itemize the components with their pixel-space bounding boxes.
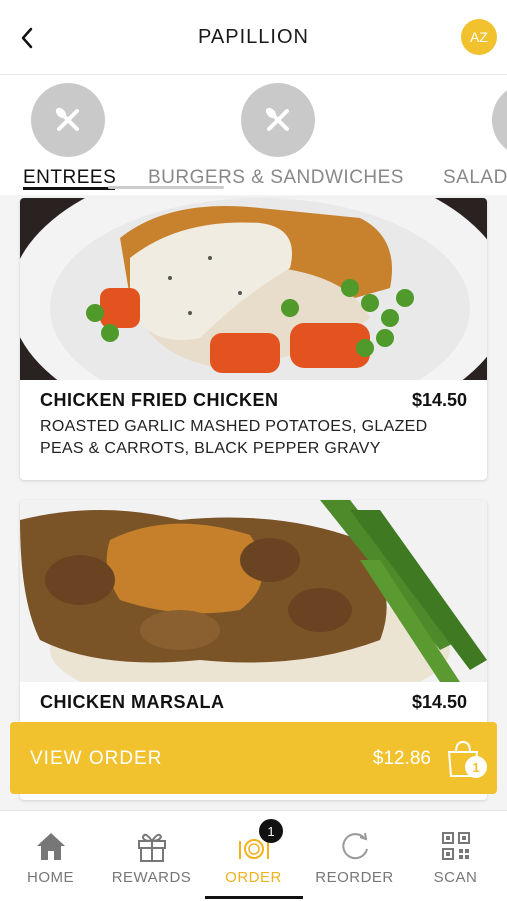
item-name: CHICKEN MARSALA xyxy=(40,692,225,712)
active-nav-indicator xyxy=(205,896,303,899)
nav-rewards[interactable]: REWARDS xyxy=(101,811,202,901)
food-image xyxy=(20,198,487,380)
nav-scan[interactable]: SCAN xyxy=(405,811,506,901)
category-icon-entrees[interactable] xyxy=(31,83,105,157)
nav-reorder[interactable]: REORDER xyxy=(304,811,405,901)
page-title: PAPILLION xyxy=(198,26,309,48)
avatar[interactable]: AZ xyxy=(461,19,497,55)
item-price: $14.50 xyxy=(411,692,467,712)
item-name: CHICKEN FRIED CHICKEN xyxy=(40,390,279,410)
category-scroll-indicator xyxy=(108,186,224,189)
gift-icon xyxy=(138,833,166,862)
category-strip: ENTREES BURGERS & SANDWICHES SALAD xyxy=(0,75,507,195)
nav-home[interactable]: HOME xyxy=(0,811,101,901)
nav-order-label: ORDER xyxy=(225,869,282,886)
category-icon-burgers[interactable] xyxy=(241,83,315,157)
tab-salad[interactable]: SALAD xyxy=(443,167,507,189)
category-icon-salad[interactable] xyxy=(492,83,507,157)
order-badge: 1 xyxy=(259,819,283,843)
view-order-button[interactable]: VIEW ORDER $12.86 1 xyxy=(10,722,497,794)
qr-icon xyxy=(442,832,470,860)
active-tab-underline xyxy=(23,187,115,190)
top-bar: PAPILLION AZ xyxy=(0,0,507,75)
reorder-icon xyxy=(342,832,368,860)
menu-item-card[interactable]: CHICKEN FRIED CHICKEN $14.50 ROASTED GAR… xyxy=(20,198,487,480)
cart-count-badge: 1 xyxy=(465,756,487,778)
nav-home-label: HOME xyxy=(27,869,74,886)
item-description: ROASTED GARLIC MASHED POTATOES, GLAZED P… xyxy=(40,418,428,457)
item-price: $14.50 xyxy=(411,390,467,410)
tab-entrees[interactable]: ENTREES xyxy=(23,167,116,189)
utensils-icon xyxy=(265,107,289,131)
nav-scan-label: SCAN xyxy=(433,869,478,886)
order-total: $12.86 xyxy=(372,748,431,769)
nav-reorder-label: REORDER xyxy=(315,869,394,886)
bottom-navigation: HOME REWARDS 1 ORDER REORDER SCAN xyxy=(0,810,507,901)
nav-rewards-label: REWARDS xyxy=(111,869,192,886)
food-image xyxy=(20,500,487,682)
utensils-icon xyxy=(55,107,79,131)
home-icon xyxy=(37,833,65,860)
view-order-label: VIEW ORDER xyxy=(30,748,163,769)
nav-order[interactable]: 1 ORDER xyxy=(203,811,304,901)
